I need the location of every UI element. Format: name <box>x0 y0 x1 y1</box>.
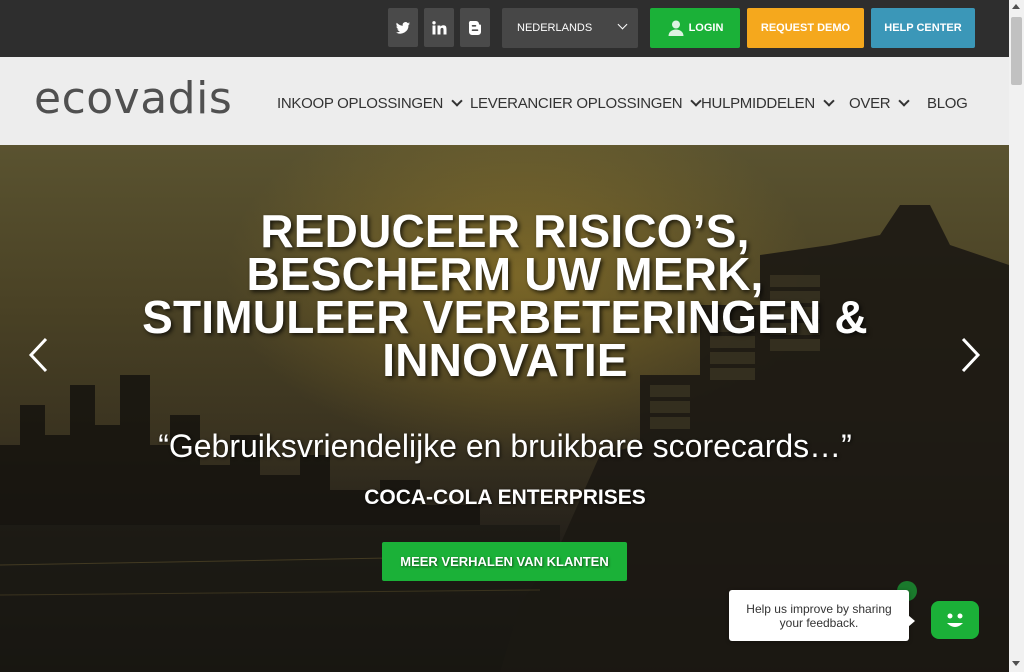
feedback-prompt[interactable]: Help us improve by sharing your feedback… <box>729 590 909 641</box>
scrollbar-thumb[interactable] <box>1011 17 1022 85</box>
previous-slide-arrow-icon[interactable] <box>27 336 51 374</box>
feedback-bubble-tail <box>908 615 915 627</box>
headline-line: BESCHERM UW MERK, <box>246 248 764 300</box>
nav-item-label: OVER <box>849 94 891 112</box>
smiley-face-icon <box>947 613 963 627</box>
blogger-button[interactable] <box>460 8 490 47</box>
nav-item-label: LEVERANCIER OPLOSSINGEN <box>470 94 683 112</box>
linkedin-icon <box>432 20 447 34</box>
nav-item-hulpmiddelen[interactable]: HULPMIDDELEN <box>701 93 835 113</box>
login-button[interactable]: LOGIN <box>650 8 740 48</box>
nav-item-blog[interactable]: BLOG <box>927 93 968 113</box>
chevron-down-icon <box>823 95 835 107</box>
scroll-up-icon[interactable] <box>1012 4 1020 9</box>
headline-line: REDUCEER RISICO’S, <box>260 205 750 257</box>
nav-item-over[interactable]: OVER <box>849 93 910 113</box>
request-demo-button[interactable]: REQUEST DEMO <box>747 8 864 48</box>
hero-headline: REDUCEER RISICO’S, BESCHERM UW MERK, STI… <box>120 205 890 386</box>
twitter-button[interactable] <box>388 8 418 47</box>
help-center-button[interactable]: HELP CENTER <box>871 8 975 48</box>
nav-item-label: BLOG <box>927 94 968 112</box>
more-stories-button[interactable]: MEER VERHALEN VAN KLANTEN <box>382 542 627 581</box>
ecovadis-logo[interactable]: ecovadis <box>34 74 232 124</box>
blogger-icon <box>468 20 481 35</box>
chevron-down-icon <box>617 19 628 30</box>
chevron-down-icon <box>451 95 463 107</box>
headline-line: INNOVATIE <box>382 334 628 386</box>
top-bar: NEDERLANDS LOGIN REQUEST DEMO HELP CENTE… <box>0 0 1009 57</box>
user-icon <box>668 20 684 36</box>
nav-item-label: INKOOP OPLOSSINGEN <box>277 94 444 112</box>
linkedin-button[interactable] <box>424 8 454 47</box>
testimonial-company: COCA-COLA ENTERPRISES <box>364 486 646 509</box>
nav-item-inkoop-oplossingen[interactable]: INKOOP OPLOSSINGEN <box>277 93 463 113</box>
language-select[interactable]: NEDERLANDS <box>502 8 638 48</box>
feedback-text: Help us improve by sharing your feedback… <box>746 601 892 630</box>
nav-item-label: HULPMIDDELEN <box>701 94 815 112</box>
twitter-icon <box>395 21 410 34</box>
request-demo-label: REQUEST DEMO <box>760 22 851 34</box>
help-center-label: HELP CENTER <box>884 22 962 34</box>
feedback-button[interactable] <box>931 601 979 639</box>
headline-line: STIMULEER VERBETERINGEN & <box>142 291 868 343</box>
chevron-down-icon <box>898 95 910 107</box>
scroll-down-icon[interactable] <box>1012 661 1020 666</box>
language-label: NEDERLANDS <box>517 22 593 34</box>
testimonial-quote: “Gebruiksvriendelijke en bruikbare score… <box>158 428 852 464</box>
nav-item-leverancier-oplossingen[interactable]: LEVERANCIER OPLOSSINGEN <box>470 93 703 113</box>
login-label: LOGIN <box>688 22 724 34</box>
next-slide-arrow-icon[interactable] <box>958 336 982 374</box>
page-scrollbar[interactable] <box>1009 0 1024 672</box>
